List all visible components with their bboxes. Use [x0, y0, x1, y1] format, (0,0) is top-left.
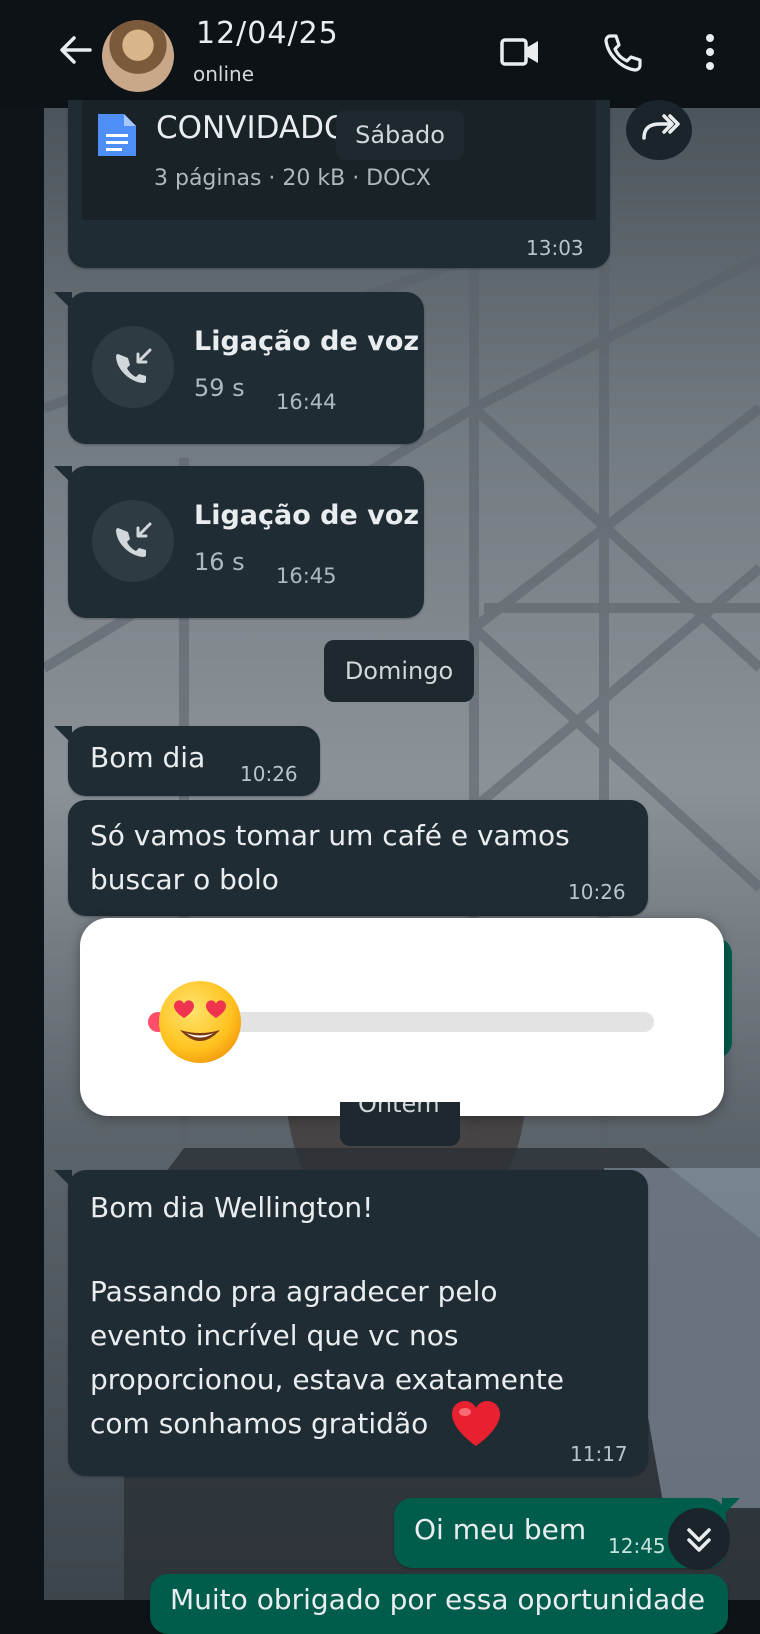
phone-icon[interactable]: [600, 28, 648, 76]
call-duration: 59 s: [194, 374, 245, 402]
heart-eyes-emoji-icon[interactable]: [156, 978, 244, 1066]
call-icon-circle: [92, 500, 174, 582]
incoming-call-icon: [116, 522, 152, 557]
forward-icon: [642, 114, 680, 140]
message-time: 10:26: [568, 880, 626, 904]
message-text: Bom dia: [90, 741, 206, 774]
contact-status: online: [193, 62, 255, 86]
red-heart-emoji: ❤️: [448, 1398, 504, 1450]
message-text-line: Bom dia Wellington!: [90, 1191, 374, 1224]
call-title: Ligação de voz: [194, 500, 420, 531]
document-meta: 3 páginas · 20 kB · DOCX: [154, 166, 431, 191]
call-time: 16:44: [276, 390, 337, 414]
message-text-line: com sonhamos gratidão: [90, 1407, 429, 1440]
scroll-to-bottom-button[interactable]: [668, 1508, 730, 1570]
message-time: 13:03: [526, 236, 584, 260]
red-heart-icon: [452, 1401, 500, 1446]
scroll-down-icon: [687, 1528, 711, 1552]
message-text-line: buscar o bolo: [90, 863, 279, 896]
video-call-icon[interactable]: [496, 28, 544, 76]
message-text-line: proporcionou, estava exatamente: [90, 1363, 564, 1396]
date-chip-sabado: Sábado: [336, 110, 464, 160]
call-duration: 16 s: [194, 548, 245, 576]
incoming-call-icon: [116, 348, 152, 383]
left-edge: [0, 0, 44, 1600]
date-chip-ontem: Ontem: [340, 1102, 460, 1146]
document-title: CONVIDADO: [156, 110, 349, 146]
message-text-line: evento incrível que vc nos: [90, 1319, 459, 1352]
call-icon-circle: [92, 326, 174, 408]
message-time: 10:26: [240, 762, 298, 786]
back-arrow-icon[interactable]: [56, 30, 96, 70]
document-icon: [98, 114, 136, 156]
message-outgoing-partial[interactable]: Muito obrigado por essa oportunidade: [150, 1574, 728, 1634]
chat-header: 12/04/25 online: [0, 0, 760, 108]
date-chip-domingo: Domingo: [324, 640, 474, 702]
message-time: 11:17: [570, 1442, 628, 1466]
contact-avatar[interactable]: [102, 20, 174, 92]
message-time: 12:45: [608, 1534, 666, 1558]
forward-button[interactable]: [626, 100, 692, 160]
message-text: Oi meu bem: [414, 1513, 587, 1546]
contact-name[interactable]: 12/04/25: [196, 16, 339, 51]
message-text: Muito obrigado por essa oportunidade: [170, 1583, 706, 1616]
call-time: 16:45: [276, 564, 337, 588]
more-options-icon[interactable]: [686, 28, 734, 76]
call-title: Ligação de voz: [194, 326, 420, 357]
message-text-line: Passando pra agradecer pelo: [90, 1275, 498, 1308]
message-text-line: Só vamos tomar um café e vamos: [90, 819, 570, 852]
